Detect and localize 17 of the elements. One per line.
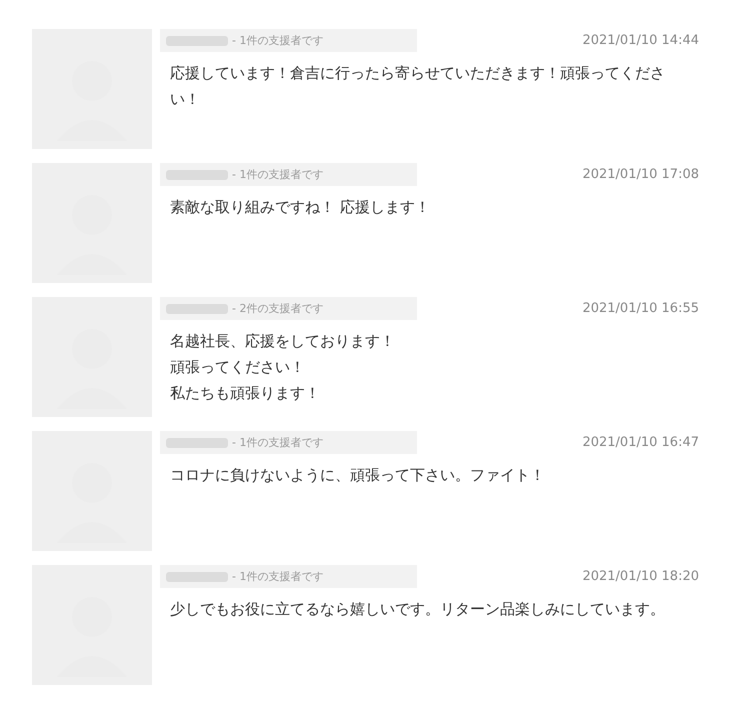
comment-date: 2021/01/10 16:55 xyxy=(582,301,699,316)
comment-date: 2021/01/10 17:08 xyxy=(582,167,699,182)
supporter-count: - 1件の支援者です xyxy=(232,33,324,48)
supporter-count: - 1件の支援者です xyxy=(232,569,324,584)
supporter-count: - 1件の支援者です xyxy=(232,435,324,450)
comment-date: 2021/01/10 14:44 xyxy=(582,33,699,48)
comment-text: 少しでもお役に立てるなら嬉しいです。リターン品楽しみにしています。 xyxy=(170,599,666,620)
comment-date: 2021/01/10 16:47 xyxy=(582,435,699,450)
comment-text: 応援しています！倉吉に行ったら寄らせていただきます！頑張ってください！ xyxy=(170,63,666,110)
supporter-count: - 1件の支援者です xyxy=(232,167,324,182)
supporter-count: - 2件の支援者です xyxy=(232,301,324,316)
comment-text: 素敵な取り組みですね！ 応援します！ xyxy=(170,197,431,218)
comment-text: コロナに負けないように、頑張って下さい。ファイト！ xyxy=(170,465,546,486)
comment-text: 頑張ってください！ xyxy=(170,357,306,378)
comment-text: 私たちも頑張ります！ xyxy=(170,383,321,404)
comment-date: 2021/01/10 18:20 xyxy=(582,569,699,584)
comment-text: 名越社長、応援をしております！ xyxy=(170,331,396,352)
